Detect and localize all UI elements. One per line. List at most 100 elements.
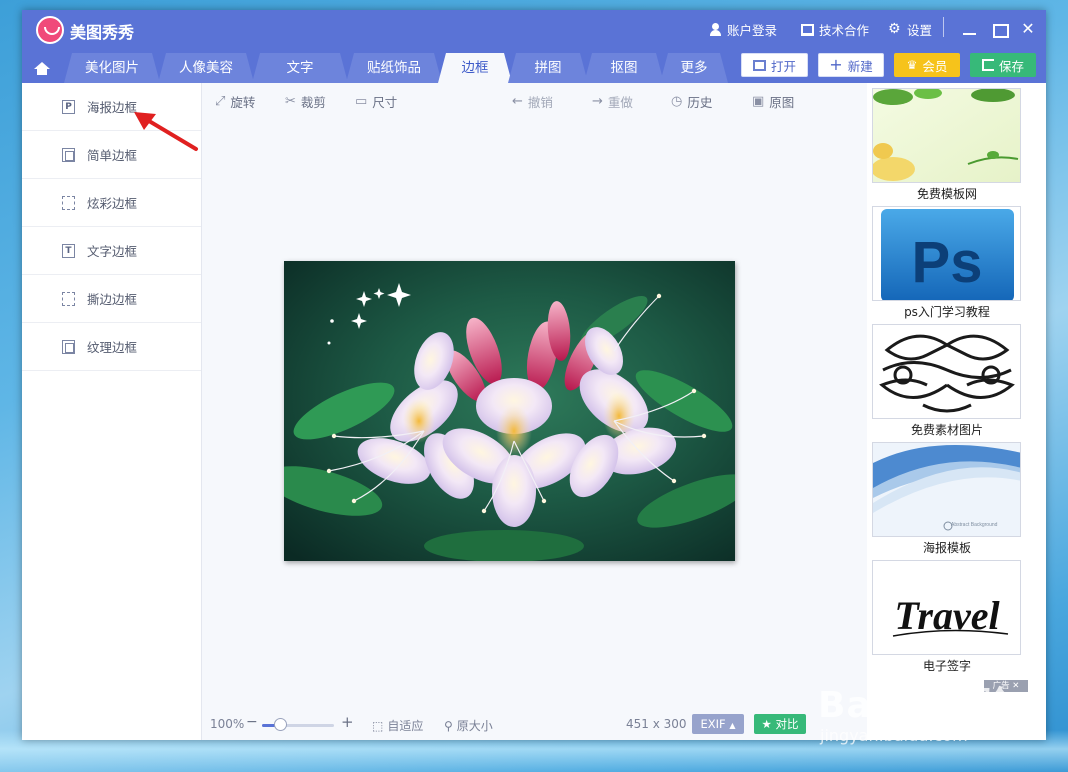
sidebar-item-label: 撕边边框 <box>87 292 138 307</box>
exif-button[interactable]: EXIF ▲ <box>692 714 744 734</box>
zoom-out-button[interactable]: − <box>246 714 258 730</box>
sidebar-item-label: 文字边框 <box>87 244 138 259</box>
thumb-poster-template[interactable]: Abstract Background <box>872 442 1021 537</box>
resize-icon: ▭ <box>355 94 368 109</box>
thumb-free-material[interactable] <box>872 324 1021 419</box>
image-dimensions: 451 x 300 <box>626 717 687 731</box>
plus-icon: + <box>829 55 843 74</box>
settings-label: 设置 <box>907 23 933 38</box>
ps-logo-text: Ps <box>912 230 983 295</box>
tab-stickers[interactable]: 贴纸饰品 <box>346 53 442 83</box>
sidebar-item-texture-frame[interactable]: 纹理边框 <box>22 323 201 371</box>
cooperation-label: 技术合作 <box>819 23 870 38</box>
arrow-left-icon: ← <box>512 94 523 109</box>
minimize-button[interactable] <box>956 16 982 42</box>
login-button[interactable]: 账户登录 <box>709 20 777 39</box>
undo-label: 撤销 <box>527 95 553 110</box>
tab-home[interactable] <box>22 53 60 83</box>
sidebar-item-text-frame[interactable]: T 文字边框 <box>22 227 201 275</box>
texture-frame-icon <box>62 340 75 354</box>
tab-collage[interactable]: 拼图 <box>508 53 588 83</box>
save-label: 保存 <box>998 58 1024 74</box>
tab-more[interactable]: 更多 <box>660 53 728 83</box>
size-button[interactable]: ▭ 尺寸 <box>355 92 397 111</box>
fit-label: 自适应 <box>387 719 424 733</box>
thumb-ps-tutorial[interactable]: Ps <box>872 206 1021 301</box>
ornament-image <box>873 325 1020 418</box>
maximize-button[interactable] <box>986 16 1012 42</box>
recommend-panel: 免费模板网 Ps ps入门学习教程 免费素材图片 Abstract Backgr… <box>867 83 1046 740</box>
crown-icon: ♛ <box>906 58 918 72</box>
poster-frame-icon: P <box>62 100 75 114</box>
close-button[interactable]: ✕ <box>1015 16 1041 42</box>
tab-bar: 美化图片 人像美容 文字 贴纸饰品 边框 拼图 抠图 更多 打开 + 新建 ♛ … <box>22 51 1046 83</box>
image-icon <box>752 59 766 71</box>
thumb-caption: 免费模板网 <box>916 187 977 201</box>
exif-label: EXIF <box>700 717 726 731</box>
thumb-caption: 免费素材图片 <box>910 423 983 437</box>
settings-button[interactable]: ⚙ 设置 <box>888 20 932 39</box>
undo-button[interactable]: ← 撤销 <box>512 92 553 111</box>
edited-photo[interactable] <box>284 261 735 561</box>
actual-size-label: 原大小 <box>456 719 493 733</box>
editor-canvas: ⤢ 旋转 ✂ 裁剪 ▭ 尺寸 ← 撤销 → 重做 ◷ 历史 ▣ 原图 100% … <box>202 83 867 740</box>
save-button[interactable]: 保存 <box>970 53 1036 77</box>
vip-button[interactable]: ♛ 会员 <box>894 53 960 77</box>
status-bar: 100% − + ⬚ 自适应 ⚲ 原大小 451 x 300 EXIF ▲ ★ <box>202 710 867 740</box>
thumb-caption: 海报模板 <box>922 541 971 555</box>
zoom-slider-handle[interactable] <box>274 718 287 731</box>
fit-icon: ⬚ <box>372 718 384 733</box>
arrow-right-icon: → <box>592 94 603 109</box>
crop-label: 裁剪 <box>300 95 326 110</box>
zoom-in-button[interactable]: + <box>341 713 354 731</box>
sidebar-item-label: 炫彩边框 <box>87 196 138 211</box>
tab-beautify[interactable]: 美化图片 <box>64 53 160 83</box>
frame-category-sidebar: P 海报边框 简单边框 炫彩边框 T 文字边框 撕边边框 纹理边框 <box>22 83 202 740</box>
sidebar-item-torn-frame[interactable]: 撕边边框 <box>22 275 201 323</box>
home-icon <box>34 62 50 75</box>
original-button[interactable]: ▣ 原图 <box>752 92 794 111</box>
redo-label: 重做 <box>607 95 633 110</box>
photoshop-logo-image: Ps <box>873 207 1020 300</box>
torn-frame-icon <box>62 292 75 306</box>
rotate-icon: ⤢ <box>215 94 226 109</box>
sidebar-item-label: 纹理边框 <box>87 340 138 355</box>
tab-cutout[interactable]: 抠图 <box>584 53 664 83</box>
tab-text[interactable]: 文字 <box>252 53 348 83</box>
title-bar[interactable]: 美图秀秀 账户登录 技术合作 ⚙ 设置 ✕ <box>22 10 1046 51</box>
colorful-frame-icon <box>62 196 75 210</box>
magnifier-icon: ⚲ <box>444 718 453 733</box>
thumb-e-signature[interactable]: Travel <box>872 560 1021 655</box>
new-button[interactable]: + 新建 <box>818 53 884 77</box>
green-leaves-image <box>873 89 1020 182</box>
actual-size-button[interactable]: ⚲ 原大小 <box>444 717 493 734</box>
fit-button[interactable]: ⬚ 自适应 <box>372 717 423 734</box>
rotate-button[interactable]: ⤢ 旋转 <box>215 92 255 111</box>
redo-button[interactable]: → 重做 <box>592 92 633 111</box>
history-button[interactable]: ◷ 历史 <box>671 92 712 111</box>
export-icon <box>981 59 994 71</box>
title-separator <box>943 17 944 37</box>
close-icon: ✕ <box>1021 19 1035 38</box>
tab-frame[interactable]: 边框 <box>438 53 512 83</box>
thumb-template-site[interactable] <box>872 88 1021 183</box>
simple-frame-icon <box>62 148 75 162</box>
new-label: 新建 <box>847 58 873 74</box>
cooperation-button[interactable]: 技术合作 <box>801 20 869 39</box>
rotate-label: 旋转 <box>230 95 256 110</box>
sidebar-item-colorful-frame[interactable]: 炫彩边框 <box>22 179 201 227</box>
crop-button[interactable]: ✂ 裁剪 <box>285 92 326 111</box>
text-frame-icon: T <box>62 244 75 258</box>
monitor-icon <box>801 23 814 36</box>
zoom-slider[interactable] <box>262 724 334 727</box>
user-icon <box>709 23 722 36</box>
tab-portrait[interactable]: 人像美容 <box>158 53 254 83</box>
size-label: 尺寸 <box>372 95 398 110</box>
open-button[interactable]: 打开 <box>741 53 808 77</box>
gear-icon: ⚙ <box>888 21 901 37</box>
compare-label: 对比 <box>775 717 799 731</box>
thumb-caption: ps入门学习教程 <box>904 305 990 319</box>
compare-button[interactable]: ★ 对比 <box>754 714 806 734</box>
signature-image: Travel <box>873 561 1020 654</box>
image-icon: ▣ <box>752 94 765 109</box>
